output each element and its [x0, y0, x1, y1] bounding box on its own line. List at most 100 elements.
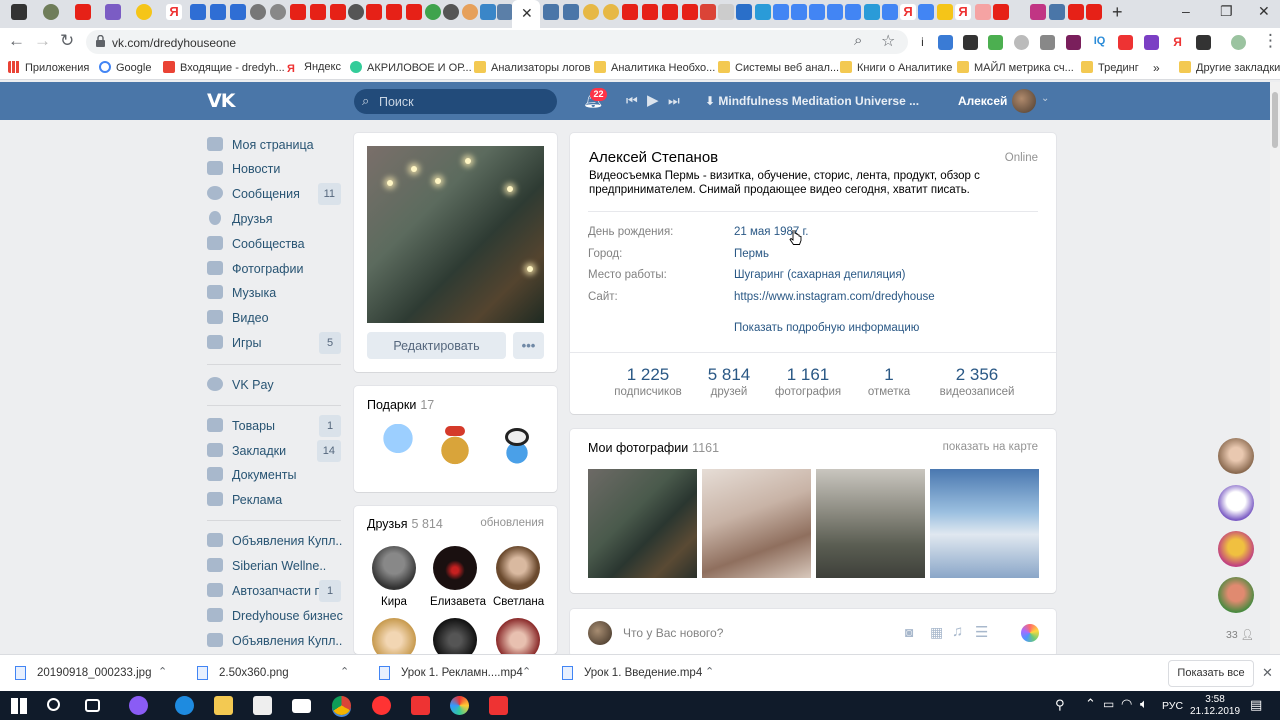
tab-favicon[interactable]	[330, 4, 346, 20]
extension-icon[interactable]	[1231, 35, 1246, 50]
tab-favicon[interactable]	[682, 4, 698, 20]
extension-icon[interactable]: IQ	[1092, 35, 1107, 50]
bookmark-apps[interactable]: Приложения	[8, 61, 89, 74]
search-icon[interactable]	[47, 698, 60, 711]
tab-favicon[interactable]	[700, 4, 716, 20]
bookmarks-overflow[interactable]: »	[1153, 61, 1160, 75]
extension-icon[interactable]	[988, 35, 1003, 50]
tab-favicon[interactable]	[755, 4, 771, 20]
tab-favicon[interactable]	[975, 4, 991, 20]
tab-favicon[interactable]	[480, 4, 496, 20]
tray-people-icon[interactable]: ⚲	[1055, 697, 1065, 713]
app-icon[interactable]	[450, 696, 469, 715]
video-icon[interactable]: ▦	[930, 624, 943, 641]
extension-icon[interactable]	[1144, 35, 1159, 50]
user-name[interactable]: Алексей	[958, 94, 1007, 108]
bookmark-item[interactable]: Я Яндекс	[287, 61, 341, 75]
tab-favicon[interactable]	[1049, 4, 1065, 20]
tab-favicon[interactable]	[348, 4, 364, 20]
bookmark-folder[interactable]: МАЙЛ метрика сч...	[957, 61, 1074, 74]
download-item[interactable]: Урок 1. Введение.mp4 ⌃	[562, 655, 727, 692]
tab-favicon[interactable]	[270, 4, 286, 20]
bookmark-item[interactable]: Google	[99, 61, 151, 74]
info-value-city[interactable]: Пермь	[734, 248, 769, 260]
tab-favicon[interactable]	[563, 4, 579, 20]
tab-favicon[interactable]: Я	[900, 4, 916, 20]
menu-item-group[interactable]: Dredyhouse бизнес	[207, 605, 343, 627]
tray-chevron-up-icon[interactable]: ⌃	[1085, 696, 1096, 712]
menu-item-group[interactable]: Объявления Купл..	[207, 530, 342, 552]
tab-favicon[interactable]	[937, 4, 953, 20]
photo-thumbnail[interactable]	[930, 469, 1039, 578]
tab-favicon[interactable]	[136, 4, 152, 20]
chevron-up-icon[interactable]: ⌃	[522, 665, 531, 678]
extension-icon[interactable]	[1014, 35, 1029, 50]
tab-favicon[interactable]	[845, 4, 861, 20]
chat-avatar[interactable]	[1218, 438, 1254, 474]
extension-icon[interactable]: Я	[1170, 35, 1185, 50]
bookmark-folder[interactable]: Анализаторы логов	[474, 61, 591, 74]
online-friends-count[interactable]: 33 👤︎	[1226, 628, 1254, 641]
extension-icon[interactable]	[1066, 35, 1081, 50]
tab-favicon[interactable]	[105, 4, 121, 20]
tab-favicon[interactable]	[864, 4, 880, 20]
menu-item-documents[interactable]: Документы	[207, 464, 341, 486]
extension-icon[interactable]: i	[915, 35, 930, 50]
stat-videos[interactable]: 2 356 видеозаписей	[932, 365, 1022, 398]
extension-icon[interactable]	[1196, 35, 1211, 50]
tab-favicon[interactable]	[1086, 4, 1102, 20]
tab-favicon[interactable]: Я	[955, 4, 971, 20]
bookmark-folder[interactable]: Системы веб анал...	[718, 61, 839, 74]
tray-volume-icon[interactable]: 🔈︎	[1140, 696, 1148, 712]
tab-favicon[interactable]	[1068, 4, 1084, 20]
tab-favicon[interactable]	[583, 4, 599, 20]
tab-favicon[interactable]	[406, 4, 422, 20]
tab-favicon[interactable]	[662, 4, 678, 20]
menu-item-news[interactable]: Новости	[207, 158, 341, 180]
close-window-icon[interactable]: ✕	[1258, 3, 1270, 20]
tab-favicon[interactable]	[918, 4, 934, 20]
tab-favicon[interactable]	[642, 4, 658, 20]
tab-favicon[interactable]	[882, 4, 898, 20]
profile-photo[interactable]	[367, 146, 544, 323]
keyboard-language[interactable]: РУС	[1162, 700, 1183, 712]
tray-icon[interactable]: ▭	[1103, 697, 1114, 711]
friend-item[interactable]: Светлана	[493, 546, 544, 608]
tab-favicon[interactable]	[75, 4, 91, 20]
scrollbar-thumb[interactable]	[1272, 92, 1278, 148]
tab-favicon[interactable]	[443, 4, 459, 20]
explorer-icon[interactable]	[214, 696, 233, 715]
extension-icon[interactable]	[1118, 35, 1133, 50]
extension-icon[interactable]	[938, 35, 953, 50]
menu-item-group[interactable]: Объявления Купл..	[207, 630, 342, 652]
post-settings-icon[interactable]	[1021, 624, 1039, 642]
info-value-site[interactable]: https://www.instagram.com/dredyhouse	[734, 291, 935, 303]
menu-icon[interactable]: ⋮	[1262, 31, 1279, 51]
chat-avatar[interactable]	[1218, 531, 1254, 567]
vk-logo[interactable]: VK	[207, 90, 235, 112]
photo-thumbnail[interactable]	[816, 469, 925, 578]
task-view-icon[interactable]	[85, 699, 100, 712]
camera-icon[interactable]: ◙	[905, 624, 913, 640]
previous-track-icon[interactable]: ⏮︎	[626, 93, 638, 109]
menu-item-vk-pay[interactable]: VK Pay	[207, 374, 341, 396]
tab-favicon[interactable]	[43, 4, 59, 20]
bookmark-item[interactable]: АКРИЛОВОЕ И ОР...	[350, 61, 472, 74]
tab-favicon[interactable]	[190, 4, 206, 20]
tab-favicon[interactable]	[230, 4, 246, 20]
yandex-browser-icon[interactable]	[372, 696, 391, 715]
friend-item[interactable]: Елизавета	[430, 546, 486, 608]
tab-favicon[interactable]	[250, 4, 266, 20]
tab-favicon[interactable]	[462, 4, 478, 20]
menu-item-group[interactable]: Автозапчасти п... 1	[207, 580, 341, 602]
tray-wifi-icon[interactable]: ◠	[1121, 696, 1132, 712]
gift-rabbit-icon[interactable]	[374, 424, 422, 472]
show-on-map-link[interactable]: показать на карте	[943, 441, 1038, 453]
forward-icon[interactable]: →	[34, 31, 51, 51]
menu-item-my-page[interactable]: Моя страница	[207, 134, 341, 156]
menu-item-bookmarks[interactable]: Закладки 14	[207, 440, 341, 462]
my-photos-header[interactable]: Мои фотографии 1161	[588, 441, 719, 455]
friends-header[interactable]: Друзья 5 814	[367, 517, 443, 531]
tab-favicon[interactable]	[603, 4, 619, 20]
zoom-icon[interactable]: ⌕	[854, 32, 862, 49]
